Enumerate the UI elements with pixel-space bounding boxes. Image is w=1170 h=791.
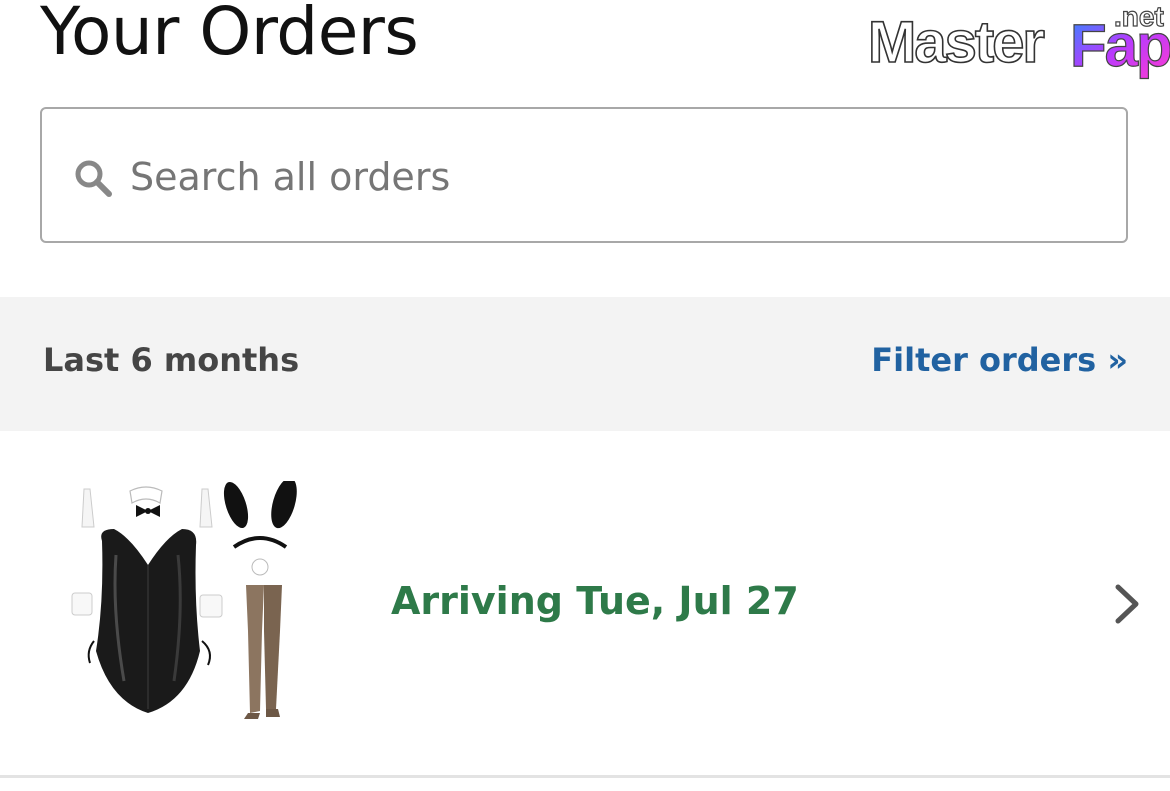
filter-orders-link[interactable]: Filter orders » [871, 341, 1128, 379]
search-input[interactable] [130, 147, 1090, 207]
period-label: Last 6 months [43, 341, 300, 379]
row-divider [0, 775, 1170, 778]
svg-text:Master: Master [868, 10, 1044, 75]
page-title: Your Orders [40, 0, 419, 70]
svg-text:.net: .net [1114, 2, 1164, 32]
product-image [71, 481, 297, 719]
arrival-status: Arriving Tue, Jul 27 [391, 579, 799, 623]
chevron-right-icon[interactable] [1114, 583, 1142, 625]
search-icon [75, 160, 112, 197]
order-row[interactable]: Arriving Tue, Jul 27 [0, 431, 1170, 775]
search-box[interactable] [40, 107, 1128, 243]
filter-bar: Last 6 months Filter orders » [0, 297, 1170, 431]
watermark-logo: Master Fap .net [867, 2, 1170, 80]
